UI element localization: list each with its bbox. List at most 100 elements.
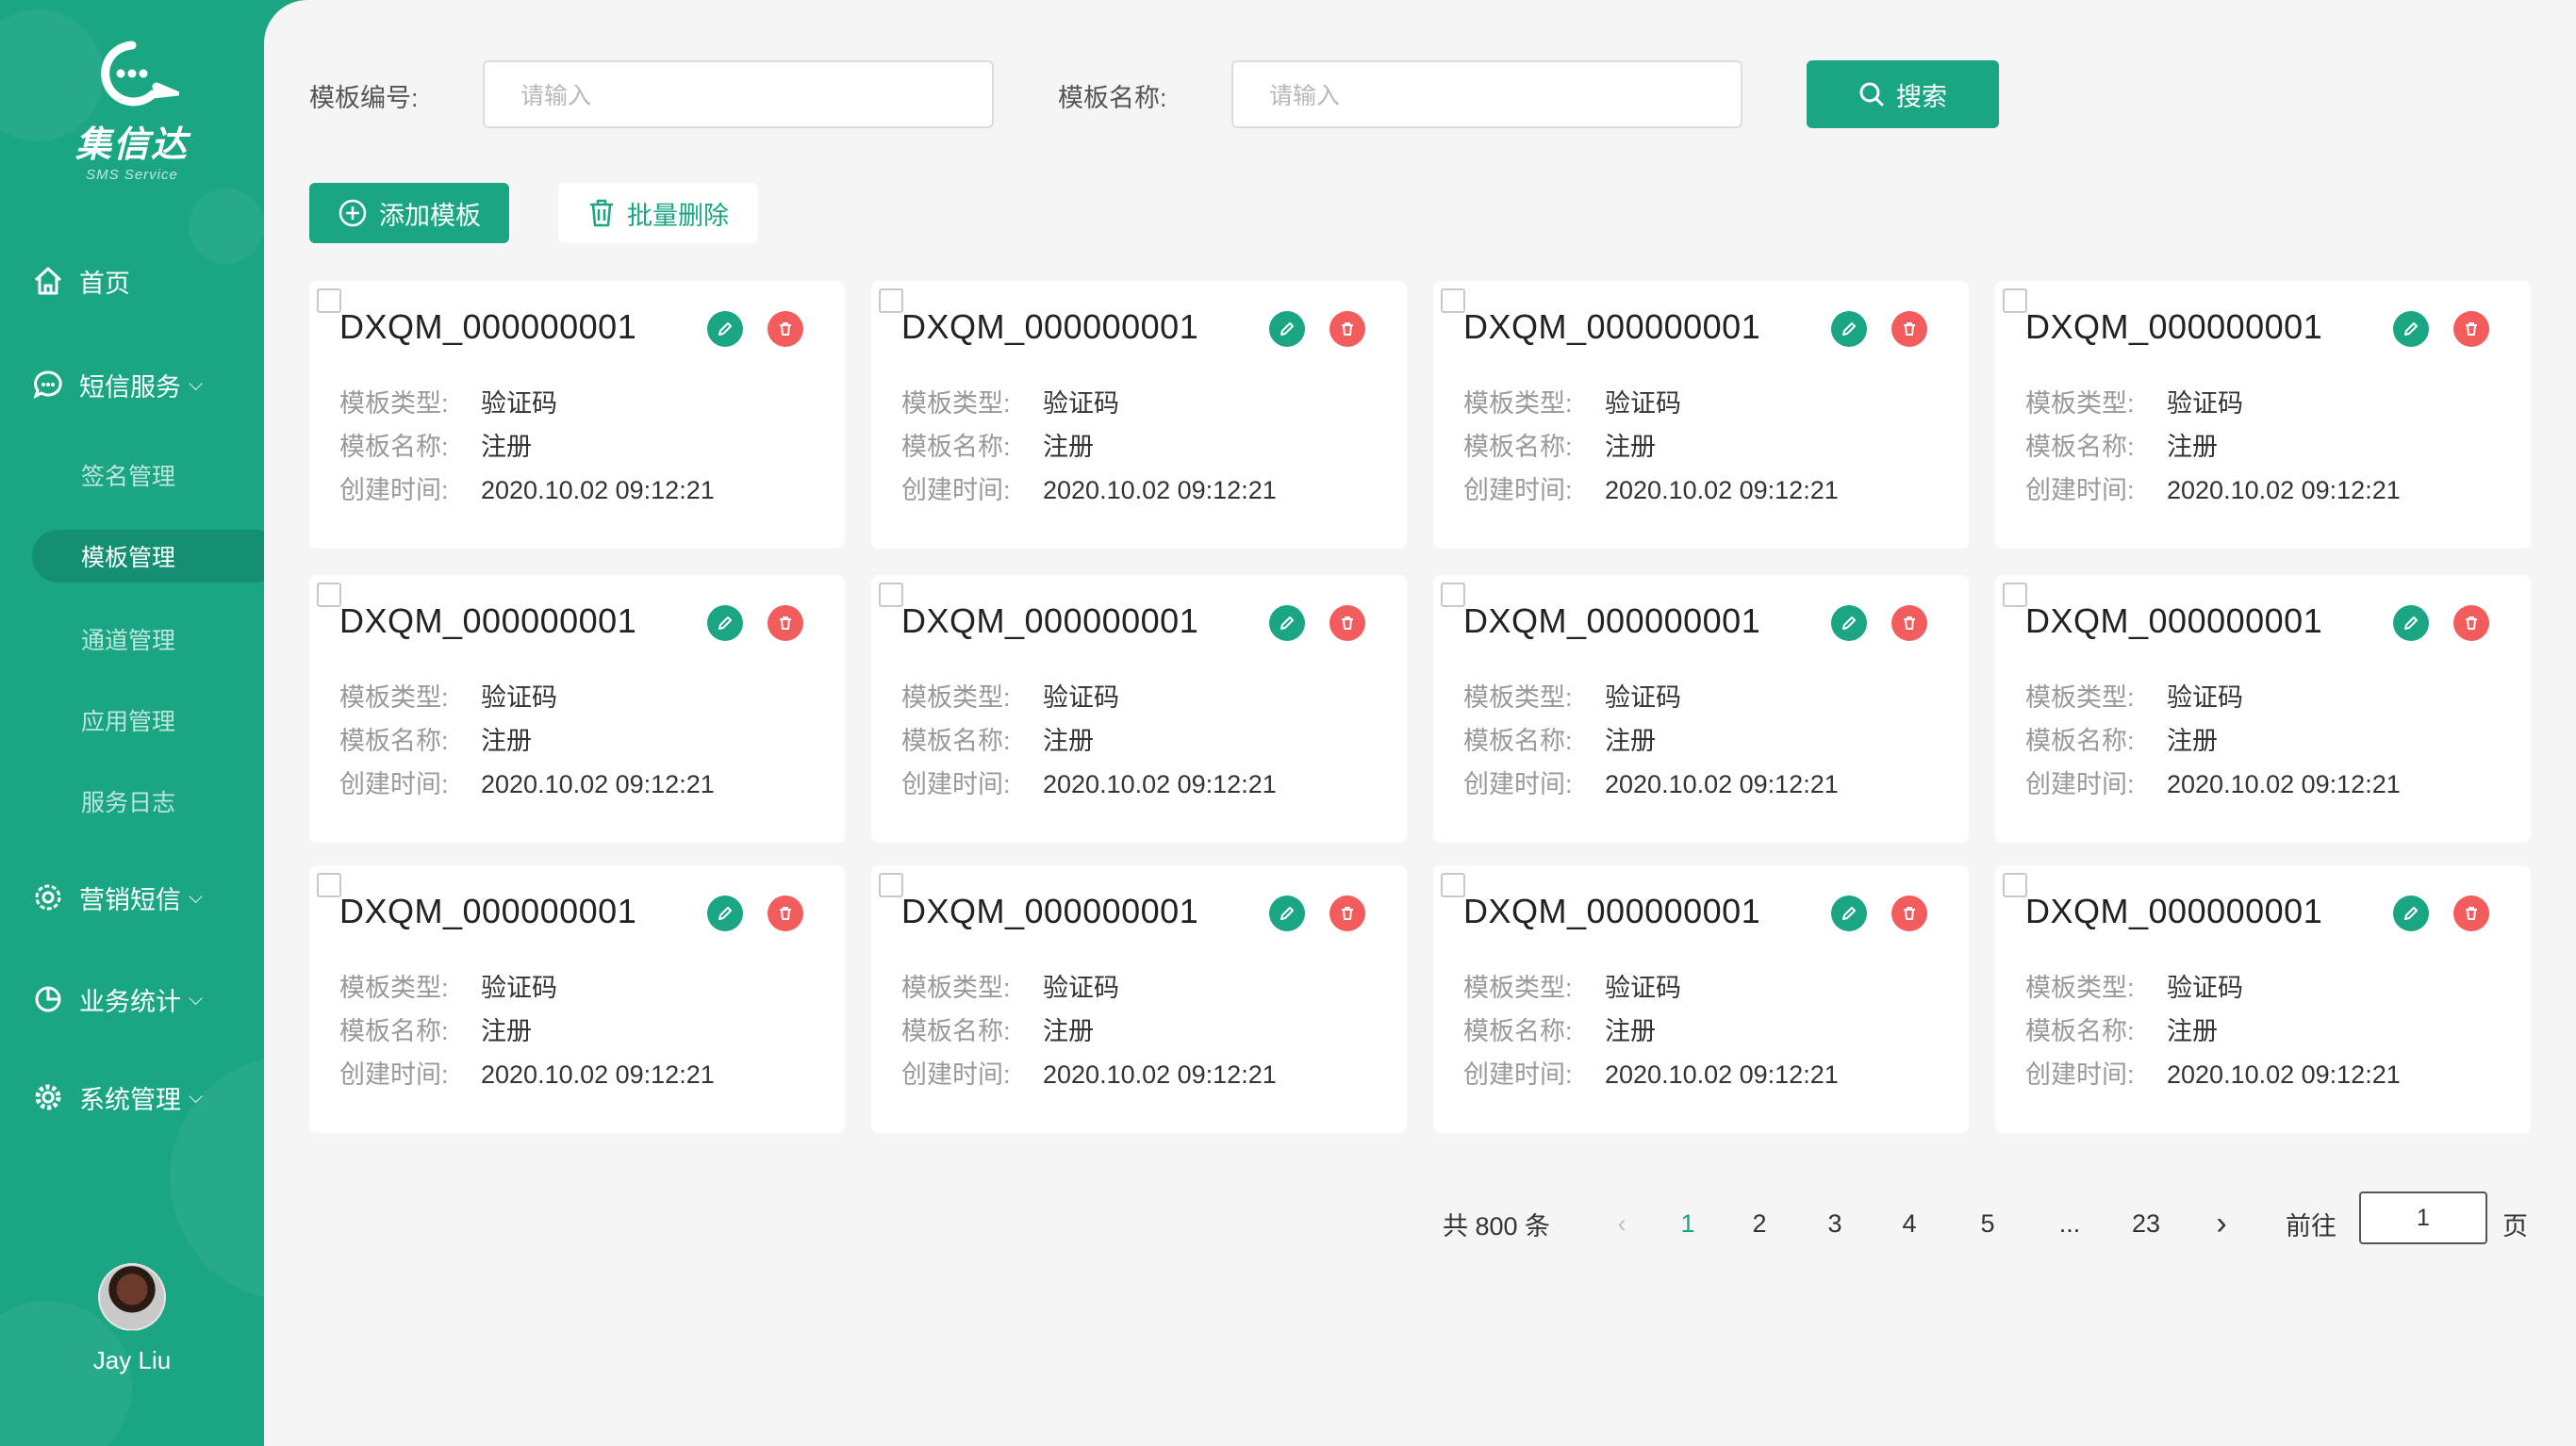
- card-created-row: 创建时间: 2020.10.02 09:12:21: [2025, 469, 2401, 506]
- next-page-icon[interactable]: ›: [2203, 1197, 2240, 1250]
- search-button[interactable]: 搜索: [1807, 60, 1999, 128]
- name-value: 注册: [1043, 433, 1094, 461]
- edit-icon[interactable]: [707, 311, 743, 347]
- template-card[interactable]: DXQM_000000001 模板类型: 验证码 模板名称: 注册 创建时间: 2020.1…: [309, 281, 845, 549]
- delete-icon[interactable]: [1891, 605, 1927, 641]
- name-label: 模板名称:: [2025, 1017, 2135, 1045]
- sub-item-service-log[interactable]: 服务日志: [81, 784, 175, 818]
- delete-icon[interactable]: [768, 605, 803, 641]
- pagination-total: 共 800 条: [1443, 1211, 1551, 1241]
- created-value: 2020.10.02 09:12:21: [1043, 770, 1277, 798]
- card-checkbox[interactable]: [879, 288, 903, 313]
- user-profile[interactable]: Jay Liu: [0, 1263, 264, 1375]
- card-checkbox[interactable]: [1441, 873, 1465, 897]
- card-type-row: 模板类型: 验证码: [901, 383, 1119, 419]
- page-2[interactable]: 2: [1736, 1197, 1783, 1250]
- nav-home[interactable]: 首页: [0, 255, 264, 307]
- name-label: 模板名称:: [339, 1017, 449, 1045]
- template-code-input[interactable]: 请输入: [483, 60, 994, 128]
- page-5[interactable]: 5: [1964, 1197, 2011, 1250]
- delete-icon[interactable]: [768, 311, 803, 347]
- batch-delete-button[interactable]: 批量删除: [558, 183, 758, 243]
- card-type-row: 模板类型: 验证码: [2025, 677, 2243, 714]
- type-label: 模板类型:: [901, 389, 1011, 418]
- template-card[interactable]: DXQM_000000001 模板类型: 验证码 模板名称: 注册 创建时间: 2020.1…: [309, 865, 845, 1133]
- nav-marketing[interactable]: 营销短信 ⌵: [0, 871, 264, 924]
- card-checkbox[interactable]: [2003, 583, 2027, 607]
- created-value: 2020.10.02 09:12:21: [481, 770, 715, 798]
- template-card[interactable]: DXQM_000000001 模板类型: 验证码 模板名称: 注册 创建时间: 2020.1…: [1995, 865, 2531, 1133]
- edit-icon[interactable]: [2393, 605, 2429, 641]
- sub-item-template-active[interactable]: 模板管理: [32, 530, 264, 583]
- card-checkbox[interactable]: [1441, 583, 1465, 607]
- page-3[interactable]: 3: [1811, 1197, 1858, 1250]
- edit-icon[interactable]: [1831, 311, 1867, 347]
- card-checkbox[interactable]: [317, 288, 341, 313]
- template-code: DXQM_000000001: [1463, 892, 1761, 930]
- edit-icon[interactable]: [707, 605, 743, 641]
- template-card[interactable]: DXQM_000000001 模板类型: 验证码 模板名称: 注册 创建时间: 2020.1…: [871, 281, 1407, 549]
- add-template-button[interactable]: 添加模板: [309, 183, 509, 243]
- created-label: 创建时间:: [2025, 476, 2135, 504]
- page-ellipsis[interactable]: ...: [2046, 1197, 2093, 1250]
- delete-icon[interactable]: [1891, 311, 1927, 347]
- card-type-row: 模板类型: 验证码: [339, 677, 557, 714]
- main-panel: 模板编号: 请输入 模板名称: 请输入 搜索 添加模板 批量删除 DXQM_00…: [264, 0, 2576, 1446]
- template-card[interactable]: DXQM_000000001 模板类型: 验证码 模板名称: 注册 创建时间: 2020.1…: [871, 575, 1407, 843]
- card-checkbox[interactable]: [317, 583, 341, 607]
- edit-icon[interactable]: [2393, 896, 2429, 931]
- prev-page-icon[interactable]: ‹: [1603, 1197, 1641, 1250]
- card-checkbox[interactable]: [1441, 288, 1465, 313]
- delete-icon[interactable]: [2453, 311, 2489, 347]
- page-23[interactable]: 23: [2118, 1197, 2174, 1250]
- goto-page-input[interactable]: 1: [2359, 1191, 2487, 1244]
- edit-icon[interactable]: [1269, 896, 1305, 931]
- template-card[interactable]: DXQM_000000001 模板类型: 验证码 模板名称: 注册 创建时间: 2020.1…: [1995, 281, 2531, 549]
- delete-icon[interactable]: [2453, 605, 2489, 641]
- template-card[interactable]: DXQM_000000001 模板类型: 验证码 模板名称: 注册 创建时间: 2020.1…: [1995, 575, 2531, 843]
- nav-statistics[interactable]: 业务统计 ⌵: [0, 973, 264, 1026]
- template-card[interactable]: DXQM_000000001 模板类型: 验证码 模板名称: 注册 创建时间: 2020.1…: [1433, 865, 1969, 1133]
- page-4[interactable]: 4: [1886, 1197, 1933, 1250]
- card-checkbox[interactable]: [879, 873, 903, 897]
- delete-icon[interactable]: [1329, 311, 1365, 347]
- created-value: 2020.10.02 09:12:21: [2167, 1060, 2401, 1089]
- created-value: 2020.10.02 09:12:21: [1605, 770, 1839, 798]
- nav-sms-service[interactable]: 短信服务 ⌵: [0, 358, 264, 411]
- edit-icon[interactable]: [1269, 311, 1305, 347]
- created-label: 创建时间:: [2025, 1060, 2135, 1089]
- template-name-input[interactable]: 请输入: [1231, 60, 1742, 128]
- delete-icon[interactable]: [768, 896, 803, 931]
- card-checkbox[interactable]: [2003, 873, 2027, 897]
- app-logo[interactable]: 集信达 SMS Service: [0, 38, 264, 183]
- type-value: 验证码: [2167, 974, 2243, 1002]
- template-card[interactable]: DXQM_000000001 模板类型: 验证码 模板名称: 注册 创建时间: 2020.1…: [309, 575, 845, 843]
- avatar[interactable]: [98, 1263, 166, 1331]
- nav-system[interactable]: 系统管理 ⌵: [0, 1071, 264, 1124]
- sub-item-channel[interactable]: 通道管理: [81, 622, 175, 656]
- page-1[interactable]: 1: [1664, 1197, 1711, 1250]
- sub-item-signature[interactable]: 签名管理: [81, 458, 175, 492]
- card-checkbox[interactable]: [317, 873, 341, 897]
- template-card[interactable]: DXQM_000000001 模板类型: 验证码 模板名称: 注册 创建时间: 2020.1…: [1433, 281, 1969, 549]
- name-value: 注册: [1605, 1017, 1656, 1045]
- delete-icon[interactable]: [2453, 896, 2489, 931]
- delete-icon[interactable]: [1891, 896, 1927, 931]
- card-checkbox[interactable]: [879, 583, 903, 607]
- logo-subtitle: SMS Service: [86, 167, 178, 183]
- template-card[interactable]: DXQM_000000001 模板类型: 验证码 模板名称: 注册 创建时间: 2020.1…: [871, 865, 1407, 1133]
- card-name-row: 模板名称: 注册: [339, 720, 532, 757]
- delete-icon[interactable]: [1329, 896, 1365, 931]
- template-code: DXQM_000000001: [1463, 307, 1761, 346]
- nav-home-label: 首页: [79, 269, 130, 298]
- edit-icon[interactable]: [707, 896, 743, 931]
- edit-icon[interactable]: [1269, 605, 1305, 641]
- edit-icon[interactable]: [1831, 896, 1867, 931]
- sub-item-application[interactable]: 应用管理: [81, 703, 175, 737]
- delete-icon[interactable]: [1329, 605, 1365, 641]
- card-checkbox[interactable]: [2003, 288, 2027, 313]
- card-type-row: 模板类型: 验证码: [339, 383, 557, 419]
- edit-icon[interactable]: [1831, 605, 1867, 641]
- edit-icon[interactable]: [2393, 311, 2429, 347]
- template-card[interactable]: DXQM_000000001 模板类型: 验证码 模板名称: 注册 创建时间: 2020.1…: [1433, 575, 1969, 843]
